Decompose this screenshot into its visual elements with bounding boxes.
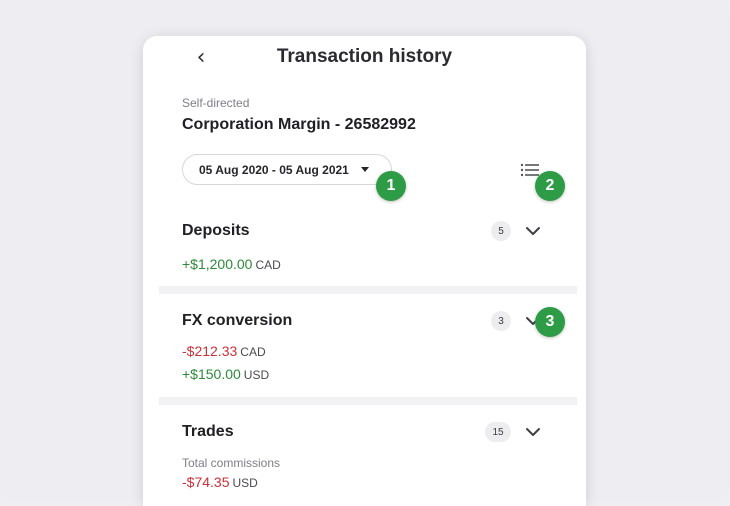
account-type: Self-directed: [182, 96, 250, 110]
phone-screen: ‹ Transaction history Self-directed Corp…: [143, 36, 586, 506]
deposit-amount: +$1,200.00 CAD: [182, 256, 281, 272]
annotation-marker-1: 1: [376, 171, 406, 201]
deposits-count-badge: 5: [491, 221, 511, 241]
chevron-down-icon[interactable]: [525, 223, 541, 239]
trades-title: Trades: [182, 423, 234, 440]
trades-count-badge: 15: [485, 422, 511, 442]
fx-amount-usd: +$150.00 USD: [182, 366, 269, 382]
commissions-label: Total commissions: [182, 456, 281, 470]
section-divider: [159, 397, 577, 405]
page-title: Transaction history: [276, 46, 453, 67]
caret-down-icon: [360, 167, 369, 172]
amount-value: -$212.33: [182, 343, 238, 359]
list-filter-icon[interactable]: [520, 163, 540, 177]
date-range-label: 05 Aug 2020 - 05 Aug 2021: [199, 162, 349, 177]
amount-currency: CAD: [240, 345, 266, 359]
amount-value: +$150.00: [182, 366, 241, 382]
chevron-down-icon[interactable]: [525, 424, 541, 440]
fx-amount-cad: -$212.33 CAD: [182, 343, 266, 359]
amount-currency: USD: [243, 368, 270, 382]
fx-title: FX conversion: [182, 312, 293, 329]
annotation-marker-3: 3: [535, 307, 565, 337]
fx-count-badge: 3: [491, 311, 511, 331]
amount-currency: CAD: [255, 258, 281, 272]
section-divider: [159, 286, 577, 294]
account-name: Corporation Margin - 26582992: [182, 116, 416, 133]
date-range-dropdown[interactable]: 05 Aug 2020 - 05 Aug 2021: [182, 154, 392, 185]
amount-value: +$1,200.00: [182, 256, 253, 272]
amount-currency: USD: [232, 476, 258, 490]
deposits-title: Deposits: [182, 222, 250, 239]
trades-commission-amount: -$74.35 USD: [182, 474, 258, 490]
annotation-marker-2: 2: [535, 171, 565, 201]
amount-value: -$74.35: [182, 474, 230, 490]
